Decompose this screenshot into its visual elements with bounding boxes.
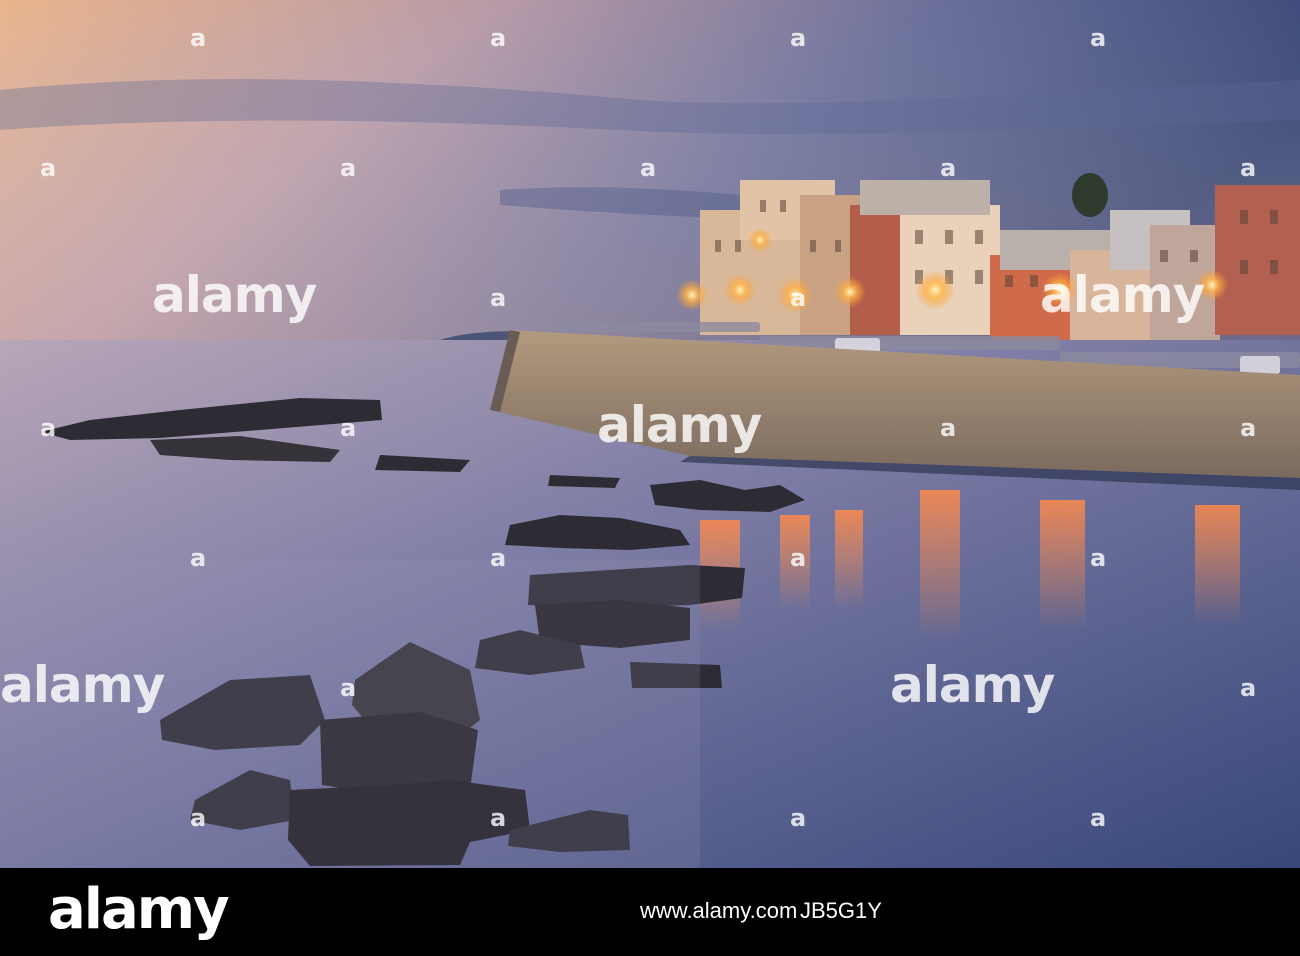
watermark-brand: alamy (152, 266, 317, 324)
watermark-mark: a (190, 804, 207, 832)
watermark-mark: a (490, 284, 507, 312)
watermark-mark: a (1240, 154, 1257, 182)
watermark-mark: a (490, 804, 507, 832)
watermark-mark: a (40, 414, 57, 442)
watermark-mark: a (40, 154, 57, 182)
watermark-mark: a (340, 154, 357, 182)
watermark-mark: a (790, 544, 807, 572)
alamy-logo: alamy (48, 877, 230, 942)
photograph: alamy alamy alamy alamy alamy a a a a a … (0, 0, 1300, 868)
watermark-mark: a (940, 154, 957, 182)
watermark-mark: a (490, 544, 507, 572)
watermark-mark: a (190, 24, 207, 52)
watermark-brand: alamy (890, 656, 1055, 714)
watermark-mark: a (790, 284, 807, 312)
watermark-mark: a (490, 24, 507, 52)
footer-bar: alamy www.alamy.com JB5G1Y (0, 868, 1300, 956)
footer-image-id: JB5G1Y (800, 898, 882, 923)
watermark-mark: a (790, 24, 807, 52)
watermark-mark: a (790, 804, 807, 832)
footer-site-url[interactable]: www.alamy.com (640, 898, 797, 924)
watermark-mark: a (940, 414, 957, 442)
watermark-brand: alamy (0, 656, 165, 714)
watermark-mark: a (1240, 674, 1257, 702)
watermark-mark: a (340, 674, 357, 702)
watermark-mark: a (340, 414, 357, 442)
watermark-mark: a (1090, 544, 1107, 572)
watermark-mark: a (190, 544, 207, 572)
watermark-mark: a (1090, 804, 1107, 832)
watermark-mark: a (640, 154, 657, 182)
watermark-mark: a (1090, 24, 1107, 52)
watermark-mark: a (1240, 414, 1257, 442)
watermark-brand: alamy (597, 396, 762, 454)
watermark-brand: alamy (1040, 266, 1205, 324)
